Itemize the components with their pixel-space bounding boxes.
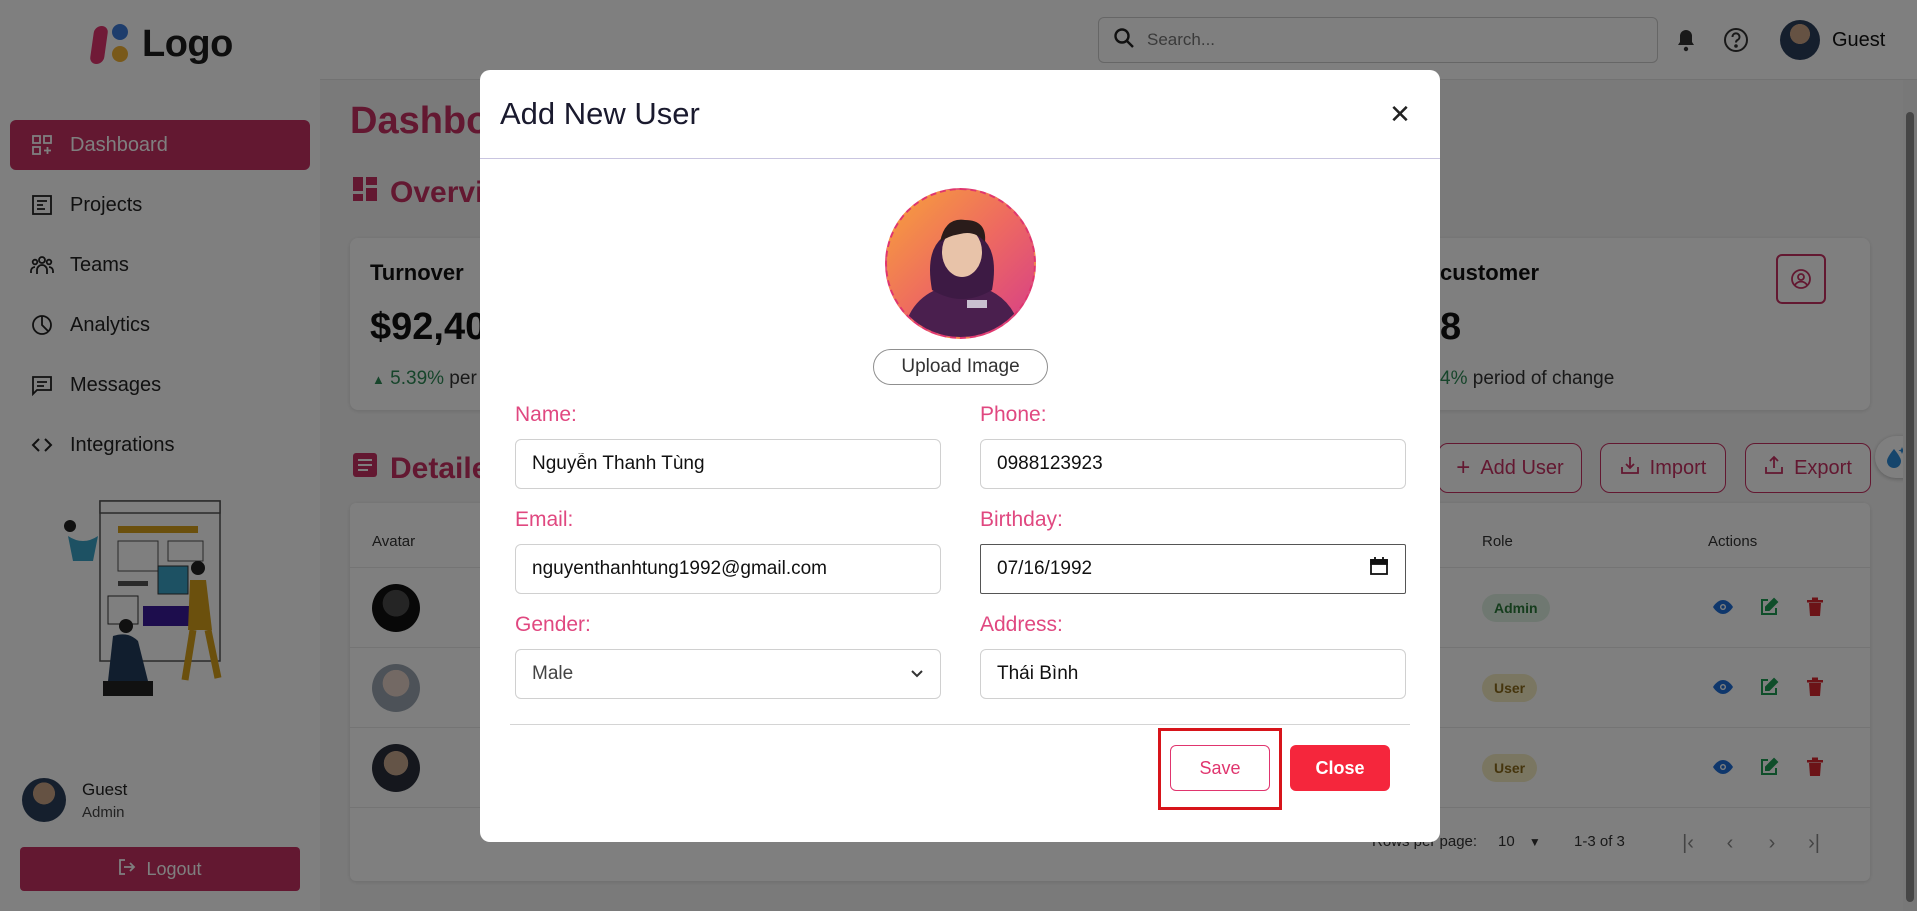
close-icon[interactable]: ✕	[1386, 99, 1414, 129]
close-button[interactable]: Close	[1290, 745, 1390, 791]
gender-value: Male	[532, 663, 574, 684]
person-photo-icon	[902, 219, 1022, 337]
gender-label: Gender:	[515, 613, 591, 636]
chevron-down-icon	[910, 663, 924, 685]
name-label: Name:	[515, 403, 577, 426]
email-field[interactable]	[515, 544, 941, 594]
phone-label: Phone:	[980, 403, 1047, 426]
birthday-field[interactable]: 07/16/1992	[980, 544, 1406, 594]
address-field[interactable]	[980, 649, 1406, 699]
name-field[interactable]	[515, 439, 941, 489]
modal-divider	[510, 724, 1410, 725]
birthday-label: Birthday:	[980, 508, 1063, 531]
add-user-modal: Add New User ✕ Upload Image Name: Phone:…	[480, 70, 1440, 842]
birthday-value: 07/16/1992	[997, 558, 1093, 579]
phone-field[interactable]	[980, 439, 1406, 489]
save-button[interactable]: Save	[1170, 745, 1270, 791]
phone-input[interactable]	[997, 453, 1389, 475]
user-photo-preview	[885, 188, 1036, 339]
email-label: Email:	[515, 508, 574, 531]
address-input[interactable]	[997, 663, 1389, 685]
modal-header: Add New User ✕	[480, 70, 1440, 159]
gender-select[interactable]: Male	[515, 649, 941, 699]
modal-title: Add New User	[500, 96, 700, 131]
email-input[interactable]	[532, 558, 924, 580]
calendar-icon[interactable]	[1369, 556, 1389, 582]
upload-image-button[interactable]: Upload Image	[873, 349, 1048, 385]
address-label: Address:	[980, 613, 1063, 636]
name-input[interactable]	[532, 453, 924, 475]
